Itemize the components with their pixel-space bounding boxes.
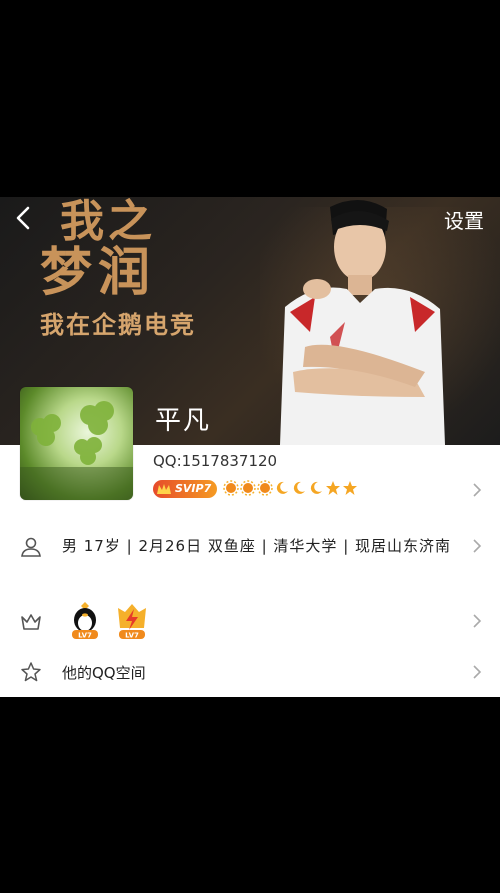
settings-button[interactable]: 设置 <box>444 205 484 234</box>
person-icon <box>21 537 41 557</box>
lightning-badge-level: LV7 <box>125 632 139 640</box>
profile-details-text: 男 17岁 | 2月26日 双鱼座 | 清华大学 | 现居山东济南 <box>62 537 452 555</box>
svip-badge[interactable]: SVIP7 <box>153 480 218 498</box>
sun-level-icon <box>223 480 239 496</box>
lightning-badge-icon[interactable]: LV7 <box>115 600 149 640</box>
svip-label: SVIP7 <box>175 482 212 495</box>
crown-icon <box>21 614 41 630</box>
slogan-line-3: 我在企鹅电竞 <box>40 310 196 339</box>
banner-slogan: 我之 梦润 我在企鹅电竞 <box>40 199 196 340</box>
player-figure <box>280 199 445 445</box>
qq-zone-link[interactable]: 他的QQ空间 <box>62 662 146 683</box>
avatar[interactable] <box>20 387 133 500</box>
chevron-right-icon[interactable] <box>472 613 482 629</box>
qq-number: QQ:1517837120 <box>153 452 278 470</box>
qq-badge-level: LV7 <box>78 632 92 640</box>
moon-level-icon <box>310 481 322 494</box>
sun-level-icon <box>240 480 256 496</box>
moon-level-icon <box>293 481 305 494</box>
chevron-right-icon[interactable] <box>472 664 482 680</box>
qq-penguin-badge-icon[interactable]: LV7 <box>68 600 102 640</box>
moon-level-icon <box>276 481 288 494</box>
back-arrow-icon[interactable] <box>12 205 36 231</box>
star-level-icon <box>343 481 357 495</box>
star-icon <box>21 662 41 682</box>
sun-level-icon <box>257 480 273 496</box>
vip-crown-icon <box>157 484 171 494</box>
clover-image <box>20 401 133 500</box>
username: 平凡 <box>155 406 212 436</box>
slogan-line-2: 梦润 <box>40 242 157 303</box>
slogan-line-1: 我之 <box>60 197 156 247</box>
chevron-right-icon[interactable] <box>472 538 482 554</box>
star-level-icon <box>326 481 340 495</box>
qq-level-icons[interactable] <box>223 480 358 500</box>
chevron-right-icon[interactable] <box>472 482 482 498</box>
